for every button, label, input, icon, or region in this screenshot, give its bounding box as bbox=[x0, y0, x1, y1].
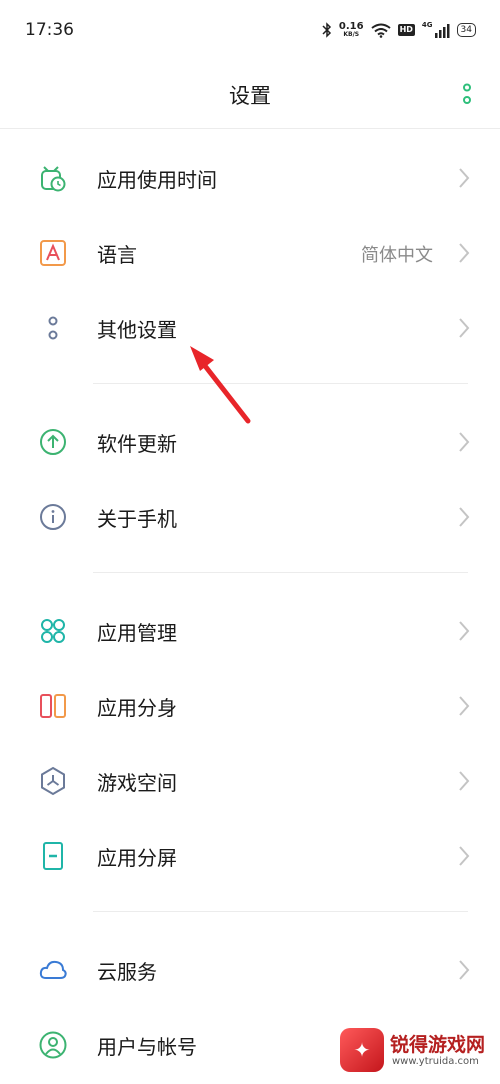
settings-item-label: 游戏空间 bbox=[97, 771, 177, 795]
status-icons: 0.16 KB/S HD 4G 34 bbox=[322, 18, 476, 42]
software-update-icon bbox=[40, 429, 66, 455]
watermark-badge: ✦ bbox=[340, 1028, 384, 1072]
chevron-right-icon bbox=[459, 243, 470, 263]
user-account-icon bbox=[39, 1031, 67, 1059]
hd-voice-badge: HD bbox=[397, 24, 415, 36]
language-icon bbox=[40, 240, 66, 266]
settings-item-label: 关于手机 bbox=[97, 507, 177, 531]
settings-item-label: 应用使用时间 bbox=[97, 168, 217, 192]
chevron-right-icon bbox=[459, 318, 470, 338]
language-value: 简体中文 bbox=[361, 245, 433, 266]
chevron-right-icon bbox=[459, 621, 470, 641]
watermark-name: 锐得游戏网 bbox=[390, 1034, 486, 1056]
status-bar: 17:36 0.16 KB/S HD 4G 34 bbox=[0, 0, 500, 60]
chevron-right-icon bbox=[459, 168, 470, 188]
chevron-right-icon bbox=[459, 771, 470, 791]
settings-item-label: 其他设置 bbox=[97, 318, 177, 342]
more-options-icon[interactable] bbox=[460, 82, 474, 106]
settings-item-about-phone[interactable]: 关于手机 bbox=[0, 487, 500, 547]
settings-item-split-screen[interactable]: 应用分屏 bbox=[0, 826, 500, 886]
settings-item-language[interactable]: 语言 简体中文 bbox=[0, 223, 500, 283]
settings-item-label: 应用分身 bbox=[97, 696, 177, 720]
settings-item-label: 语言 bbox=[97, 243, 137, 267]
settings-item-label: 应用分屏 bbox=[97, 846, 177, 870]
app-usage-time-icon bbox=[41, 166, 66, 192]
chevron-right-icon bbox=[459, 960, 470, 980]
settings-item-label: 云服务 bbox=[97, 960, 157, 984]
chevron-right-icon bbox=[459, 432, 470, 452]
battery-indicator: 34 bbox=[456, 23, 476, 37]
annotation-arrow bbox=[190, 346, 251, 424]
app-clone-icon bbox=[40, 694, 66, 718]
page-title: 设置 bbox=[229, 84, 271, 108]
settings-item-label: 应用管理 bbox=[97, 621, 177, 645]
network-speed: 0.16 KB/S bbox=[338, 21, 364, 38]
app-management-icon bbox=[41, 619, 65, 643]
wifi-icon bbox=[370, 23, 391, 38]
cloud-service-icon bbox=[39, 960, 67, 979]
settings-item-label: 软件更新 bbox=[97, 432, 177, 456]
game-space-icon bbox=[41, 766, 65, 796]
about-phone-icon bbox=[40, 504, 66, 530]
status-time: 17:36 bbox=[25, 20, 74, 40]
section-divider bbox=[93, 572, 468, 573]
settings-header: 设置 bbox=[0, 60, 500, 129]
section-divider bbox=[93, 911, 468, 912]
chevron-right-icon bbox=[459, 507, 470, 527]
split-screen-icon bbox=[43, 842, 63, 870]
settings-item-cloud-service[interactable]: 云服务 bbox=[0, 940, 500, 1000]
section-divider bbox=[93, 383, 468, 384]
network-type-label: 4G bbox=[421, 21, 433, 29]
chevron-right-icon bbox=[459, 696, 470, 716]
bluetooth-icon bbox=[322, 22, 331, 38]
watermark-logo: ✦ 锐得游戏网 www.ytruida.com bbox=[340, 1024, 490, 1076]
settings-item-app-clone[interactable]: 应用分身 bbox=[0, 676, 500, 736]
settings-item-game-space[interactable]: 游戏空间 bbox=[0, 751, 500, 811]
watermark-url: www.ytruida.com bbox=[392, 1056, 479, 1067]
settings-item-label: 用户与帐号 bbox=[97, 1035, 197, 1059]
cellular-signal-icon bbox=[434, 23, 450, 38]
settings-item-app-usage-time[interactable]: 应用使用时间 bbox=[0, 148, 500, 208]
other-settings-icon bbox=[48, 316, 58, 340]
settings-item-app-management[interactable]: 应用管理 bbox=[0, 601, 500, 661]
chevron-right-icon bbox=[459, 846, 470, 866]
